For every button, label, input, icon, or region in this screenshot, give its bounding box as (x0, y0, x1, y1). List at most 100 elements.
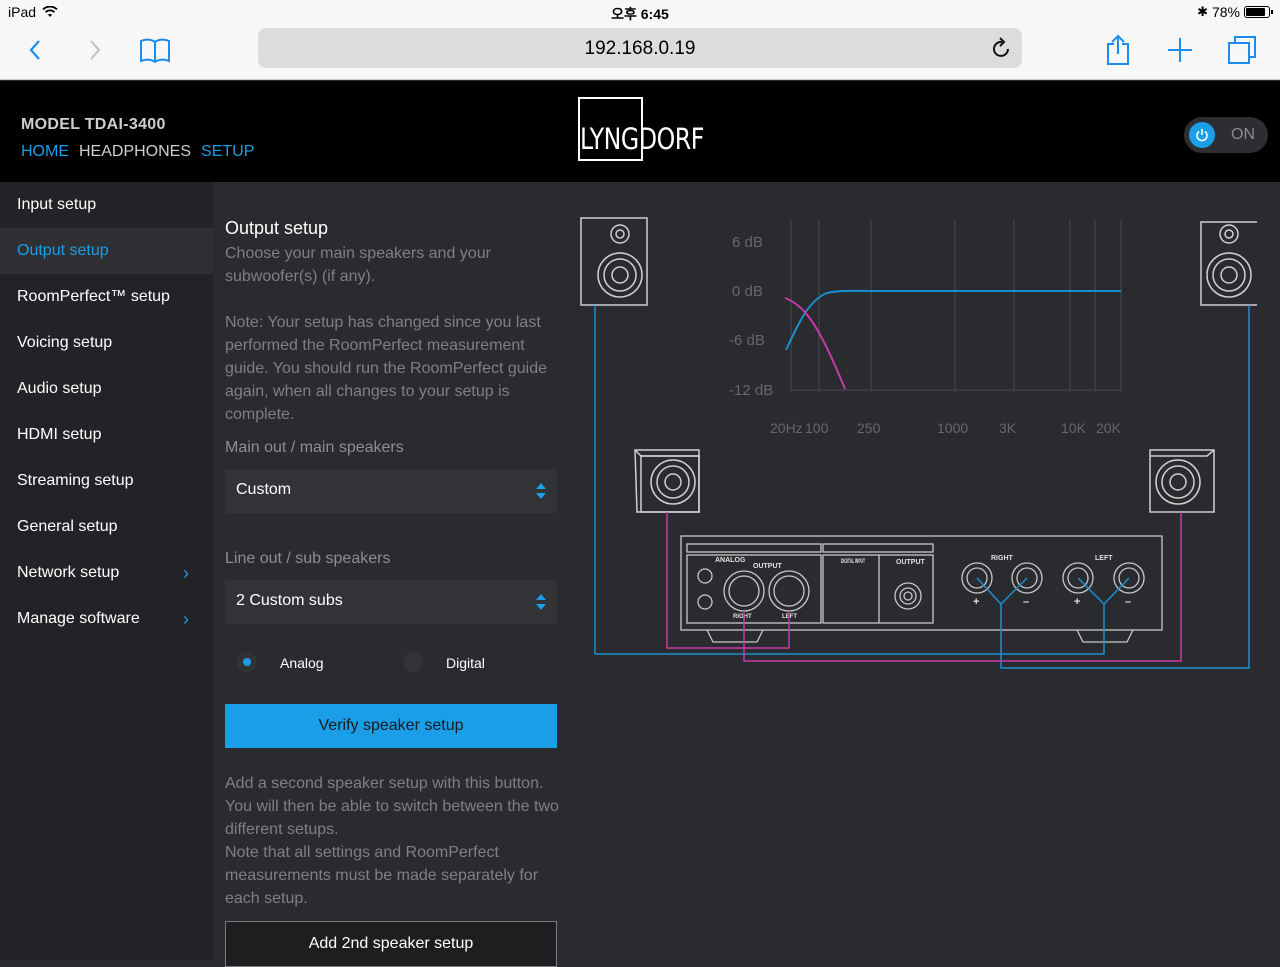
sidebar-item-output-setup[interactable]: Output setup (0, 228, 213, 274)
tabs-button[interactable] (1224, 34, 1260, 66)
plus-icon (1168, 38, 1192, 62)
reload-icon (993, 37, 1009, 57)
share-button[interactable] (1100, 34, 1136, 66)
sidebar-item-streaming-setup[interactable]: Streaming setup (0, 458, 213, 504)
bluetooth-icon: ✱ (1197, 4, 1208, 19)
browser-toolbar: 192.168.0.19 (0, 24, 1280, 80)
power-toggle[interactable]: ON (1184, 117, 1268, 153)
tabs-icon (1228, 36, 1256, 64)
label-right-minus: – (1023, 596, 1029, 608)
main-out-select[interactable]: Custom (225, 469, 557, 513)
chevron-right-icon: › (183, 609, 189, 629)
db-label-6: 6 dB (732, 234, 763, 251)
setup-changed-note: Note: Your setup has changed since you l… (225, 314, 548, 423)
page-subtitle: Choose your main speakers and your subwo… (225, 245, 491, 285)
add-2nd-speaker-setup-button[interactable]: Add 2nd speaker setup (225, 921, 557, 967)
sidebar-item-network-setup[interactable]: Network setup › (0, 550, 213, 596)
speaker-wiring-blue (594, 305, 1250, 669)
label-left-minus: – (1125, 596, 1131, 608)
book-icon (140, 38, 170, 63)
sidebar-item-audio-setup[interactable]: Audio setup (0, 366, 213, 412)
sidebar-item-label: General setup (17, 518, 118, 535)
top-nav: HOME HEADPHONES SETUP (21, 143, 254, 161)
sidebar-item-label: RoomPerfect™ setup (17, 288, 170, 305)
analog-digital-radio-group: Analog Digital (225, 648, 557, 676)
radio-analog-label: Analog (280, 655, 324, 671)
sub-response-curve (784, 297, 846, 390)
db-label-minus12: -12 dB (729, 382, 773, 399)
power-knob (1189, 122, 1215, 148)
nav-setup[interactable]: SETUP (201, 143, 254, 161)
new-tab-button[interactable] (1162, 34, 1198, 66)
nav-headphones[interactable]: HEADPHONES (79, 143, 191, 161)
sidebar-item-hdmi-setup[interactable]: HDMI setup (0, 412, 213, 458)
back-button[interactable] (17, 34, 53, 66)
chevron-right-icon: › (183, 563, 189, 583)
line-out-label: Line out / sub speakers (225, 550, 391, 567)
main-out-label: Main out / main speakers (225, 439, 404, 456)
db-label-minus6: -6 dB (729, 332, 765, 349)
bookmarks-button[interactable] (137, 34, 173, 66)
url-field[interactable]: 192.168.0.19 (258, 28, 1022, 68)
sidebar-item-voicing-setup[interactable]: Voicing setup (0, 320, 213, 366)
verify-speaker-setup-button[interactable]: Verify speaker setup (225, 704, 557, 748)
chevron-left-icon (29, 40, 40, 60)
forward-button[interactable] (77, 34, 113, 66)
power-icon (1196, 129, 1208, 142)
radio-digital-label: Digital (446, 655, 485, 671)
sidebar-item-label: HDMI setup (17, 426, 102, 443)
amplifier-labels: ANALOG OUTPUT RIGHT LEFT DIGITAL INPUT O… (715, 555, 1131, 620)
right-main-speaker-icon (1200, 221, 1257, 306)
sidebar-item-label: Manage software (17, 610, 140, 627)
label-left-terminals: LEFT (1095, 555, 1113, 562)
sidebar-item-label: Streaming setup (17, 472, 134, 489)
main-content: Output setup Choose your main speakers a… (213, 182, 1280, 967)
sidebar-item-label: Output setup (17, 242, 109, 259)
sidebar-item-label: Audio setup (17, 380, 102, 397)
page-title: Output setup (225, 218, 329, 238)
right-subwoofer-icon (1149, 449, 1215, 513)
reload-button[interactable] (992, 37, 1012, 64)
line-out-select[interactable]: 2 Custom subs (225, 580, 557, 624)
label-digital-output: OUTPUT (896, 559, 926, 566)
label-right-plus: + (973, 596, 979, 608)
sidebar-item-manage-software[interactable]: Manage software › (0, 596, 213, 642)
label-left-plus: + (1074, 596, 1080, 608)
db-axis-labels: 6 dB 0 dB -6 dB -12 dB (729, 234, 773, 399)
label-right-terminals: RIGHT (991, 555, 1014, 562)
app-header: MODEL TDAI-3400 HOME HEADPHONES SETUP LY… (0, 81, 1280, 182)
radio-analog[interactable] (237, 652, 257, 672)
select-arrows-icon (536, 594, 546, 610)
label-analog: ANALOG (715, 557, 746, 564)
left-main-speaker-icon (580, 217, 648, 306)
sidebar-item-general-setup[interactable]: General setup (0, 504, 213, 550)
status-right: ✱ 78% (1197, 4, 1273, 20)
speaker-connection-diagram: 6 dB 0 dB -6 dB -12 dB 20Hz 100 250 1000… (580, 217, 1257, 669)
sidebar-item-input-setup[interactable]: Input setup (0, 182, 213, 228)
second-setup-description: Add a second speaker setup with this but… (225, 775, 559, 907)
freq-label-3k: 3K (999, 420, 1017, 436)
status-time: 오후 6:45 (611, 6, 669, 22)
main-out-value: Custom (236, 481, 292, 498)
battery-percent: 78% (1211, 4, 1240, 20)
logo-text: LYNGDORF (580, 122, 704, 156)
setup-sidebar: Input setup Output setup RoomPerfect™ se… (0, 182, 213, 960)
line-out-value: 2 Custom subs (236, 592, 343, 609)
sidebar-item-label: Voicing setup (17, 334, 113, 351)
radio-digital[interactable] (403, 652, 423, 672)
label-xlr-right: RIGHT (733, 614, 752, 620)
model-name: MODEL TDAI-3400 (21, 116, 166, 133)
sidebar-item-roomperfect-setup[interactable]: RoomPerfect™ setup (0, 274, 213, 320)
ios-status-bar: iPad 오후 6:45 ✱ 78% (0, 0, 1280, 24)
select-arrows-icon (536, 483, 546, 499)
battery-icon (1244, 6, 1273, 18)
sidebar-item-label: Input setup (17, 196, 97, 213)
freq-label-100: 100 (805, 420, 829, 436)
chevron-right-icon (90, 40, 101, 60)
left-subwoofer-icon (634, 449, 700, 513)
nav-home[interactable]: HOME (21, 143, 69, 161)
lyngdorf-logo: LYNGDORF (578, 97, 708, 161)
label-digital-input: DIGITAL INPUT (841, 559, 865, 565)
freq-label-20hz: 20Hz (770, 420, 803, 436)
freq-label-1000: 1000 (937, 420, 968, 436)
